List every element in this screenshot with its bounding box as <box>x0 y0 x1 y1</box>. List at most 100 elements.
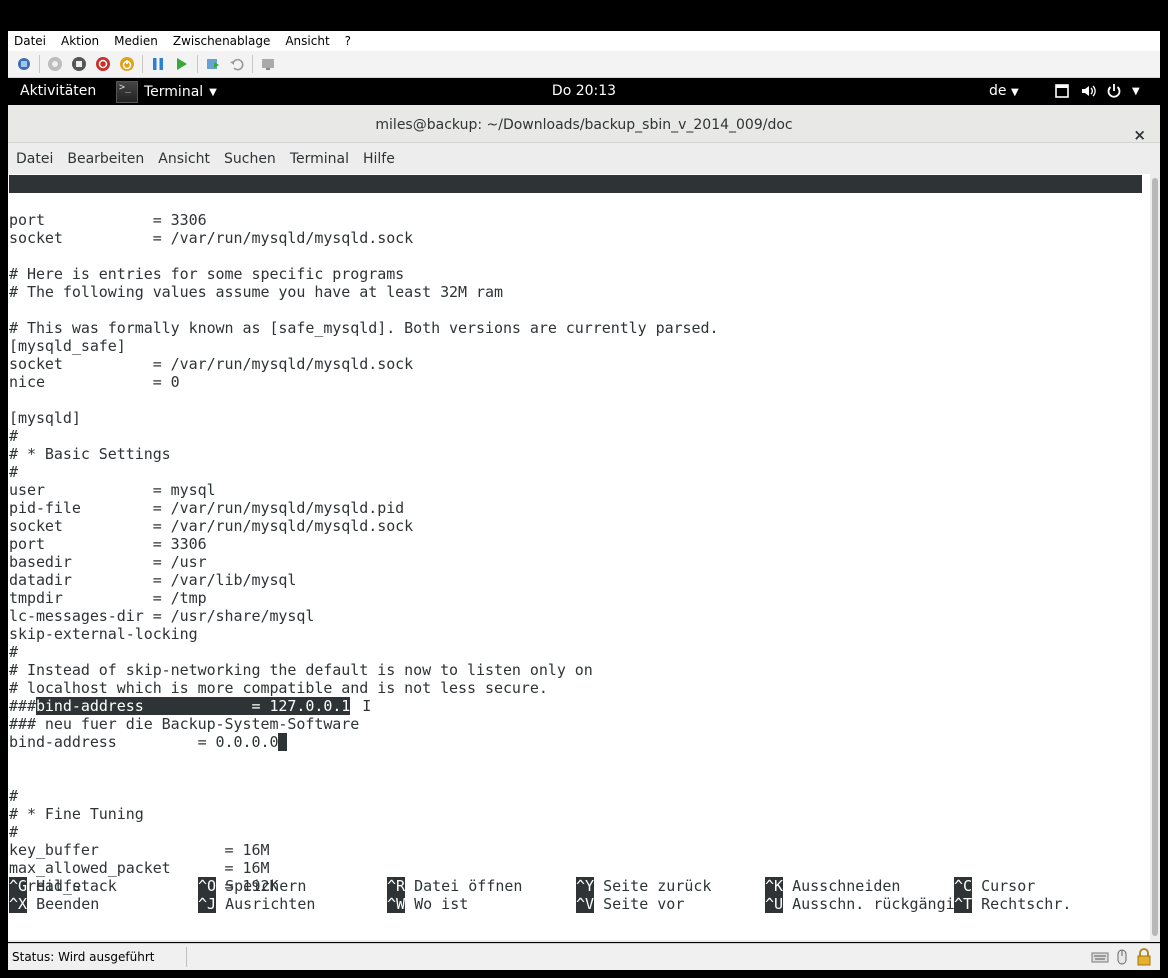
nano-line[interactable]: # This was formally known as [safe_mysql… <box>9 319 719 337</box>
checkpoint-icon[interactable] <box>204 55 222 73</box>
keyboard-layout-indicator[interactable]: de ▼ <box>989 83 1019 99</box>
scrollbar-thumb[interactable] <box>1152 178 1158 936</box>
nano-selected-line[interactable]: ###bind-address = 127.0.0.1 𝙸 <box>9 697 371 715</box>
nano-shortcut[interactable]: ^Y Seite zurück <box>576 877 711 895</box>
nano-line[interactable]: max_allowed_packet = 16M <box>9 859 270 877</box>
start-icon[interactable] <box>46 55 64 73</box>
nano-line[interactable]: socket = /var/run/mysqld/mysqld.sock <box>9 355 413 373</box>
nano-line[interactable]: user = mysql <box>9 481 216 499</box>
nano-line[interactable]: # <box>9 463 18 481</box>
system-tray[interactable]: ▼ <box>1054 83 1140 99</box>
nano-line[interactable]: # Instead of skip-networking the default… <box>9 661 593 679</box>
nano-shortcut[interactable]: ^K Ausschneiden <box>765 877 900 895</box>
nano-shortcut[interactable]: ^R Datei öffnen <box>387 877 522 895</box>
nano-line[interactable]: port = 3306 <box>9 535 207 553</box>
nano-line[interactable]: # * Basic Settings <box>9 445 171 463</box>
nano-shortcut[interactable]: ^T Rechtschr. <box>954 895 1071 913</box>
host-toolbar <box>8 51 1160 78</box>
nano-line[interactable]: ### neu fuer die Backup-System-Software <box>9 715 359 733</box>
nano-line[interactable]: # The following values assume you have a… <box>9 283 503 301</box>
nano-line[interactable]: lc-messages-dir = /usr/share/mysql <box>9 607 314 625</box>
shortcut-label: Beenden <box>27 895 100 913</box>
terminal-menu-help[interactable]: Hilfe <box>363 151 395 167</box>
nano-line[interactable]: [mysqld] <box>9 409 81 427</box>
nano-filename: Datei: /etc/mysql/my.cnf <box>387 211 604 229</box>
host-menu-help[interactable]: ? <box>345 34 351 48</box>
shortcut-key: ^O <box>198 877 217 895</box>
nano-shortcut[interactable]: ^U Ausschn. rückgängi <box>765 895 955 913</box>
nano-line[interactable]: # <box>9 427 18 445</box>
shortcut-key: ^U <box>765 895 784 913</box>
nano-shortcut[interactable]: ^C Cursor <box>954 877 1035 895</box>
keyboard-layout-label: de <box>989 83 1007 99</box>
nano-line[interactable]: socket = /var/run/mysqld/mysqld.sock <box>9 517 413 535</box>
shortcut-key: ^W <box>387 895 406 913</box>
revert-icon[interactable] <box>228 55 246 73</box>
clock[interactable]: Do 20:13 <box>8 83 1160 99</box>
ctrl-alt-del-icon[interactable] <box>15 55 33 73</box>
nano-line[interactable]: # <box>9 643 18 661</box>
nano-line[interactable]: # <box>9 787 18 805</box>
host-menu-media[interactable]: Medien <box>114 34 158 48</box>
shutdown-icon[interactable] <box>94 55 112 73</box>
shortcut-label: Cursor <box>972 877 1036 895</box>
nano-line[interactable]: key_buffer = 16M <box>9 841 270 859</box>
terminal-menu-terminal[interactable]: Terminal <box>290 151 349 167</box>
pause-icon[interactable] <box>149 55 167 73</box>
nano-line[interactable]: pid-file = /var/run/mysqld/mysqld.pid <box>9 499 404 517</box>
terminal-title-bar[interactable]: miles@backup: ~/Downloads/backup_sbin_v_… <box>8 105 1160 144</box>
terminal-menu-edit[interactable]: Bearbeiten <box>67 151 144 167</box>
nano-line[interactable]: # <box>9 823 18 841</box>
shortcut-key: ^C <box>954 877 973 895</box>
host-menu-file[interactable]: Datei <box>14 34 46 48</box>
host-menu-view[interactable]: Ansicht <box>285 34 329 48</box>
turn-off-icon[interactable] <box>70 55 88 73</box>
shortcut-label: Ausrichten <box>216 895 316 913</box>
host-menu-clipboard[interactable]: Zwischenablage <box>173 34 270 48</box>
lock-icon <box>1137 948 1151 966</box>
terminal-scrollbar[interactable] <box>1150 174 1160 940</box>
shortcut-key: ^T <box>954 895 973 913</box>
nano-line[interactable]: datadir = /var/lib/mysql <box>9 571 296 589</box>
enhanced-session-icon[interactable] <box>259 55 277 73</box>
nano-shortcut[interactable]: ^O Speichern <box>198 877 306 895</box>
shortcut-label: Wo ist <box>405 895 469 913</box>
nano-shortcut[interactable]: ^J Ausrichten <box>198 895 315 913</box>
nano-line[interactable]: tmpdir = /tmp <box>9 589 207 607</box>
power-icon <box>1107 84 1121 98</box>
shortcut-key: ^V <box>576 895 595 913</box>
shortcut-key: ^R <box>387 877 406 895</box>
shortcut-label: Ausschn. rückgängi <box>783 895 955 913</box>
nano-line[interactable]: # Here is entries for some specific prog… <box>9 265 404 283</box>
nano-line[interactable]: port = 3306 <box>9 211 207 229</box>
text-cursor-icon: 𝙸 <box>362 697 372 715</box>
nano-line[interactable]: bind-address = 0.0.0.0 <box>9 733 288 751</box>
terminal-menu-search[interactable]: Suchen <box>224 151 276 167</box>
comment-prefix: ### <box>9 697 36 715</box>
shortcut-key: ^J <box>198 895 217 913</box>
host-menu-action[interactable]: Aktion <box>61 34 99 48</box>
terminal-title: miles@backup: ~/Downloads/backup_sbin_v_… <box>375 117 793 133</box>
text-selection: bind-address = 127.0.0.1 <box>35 697 351 715</box>
nano-line[interactable]: [mysqld_safe] <box>9 337 126 355</box>
nano-line[interactable]: basedir = /usr <box>9 553 207 571</box>
nano-shortcut[interactable]: ^X Beenden <box>9 895 99 913</box>
terminal-menu-view[interactable]: Ansicht <box>158 151 210 167</box>
terminal-screen[interactable]: GNU nano 2.2.6 Datei: /etc/mysql/my.cnf … <box>8 174 1150 940</box>
nano-shortcut[interactable]: ^W Wo ist <box>387 895 468 913</box>
terminal-menu-bar: Datei Bearbeiten Ansicht Suchen Terminal… <box>8 144 1160 174</box>
nano-line[interactable]: nice = 0 <box>9 373 180 391</box>
shortcut-label: Seite zurück <box>594 877 712 895</box>
shortcut-key: ^G <box>9 877 28 895</box>
window-icon <box>1055 84 1069 98</box>
terminal-menu-file[interactable]: Datei <box>16 151 53 167</box>
nano-shortcut[interactable]: ^V Seite vor <box>576 895 684 913</box>
gnome-top-bar: Aktivitäten >_ Terminal ▼ Do 20:13 de ▼ … <box>8 79 1160 105</box>
nano-line[interactable]: skip-external-locking <box>9 625 198 643</box>
nano-shortcut[interactable]: ^G Hilfe <box>9 877 81 895</box>
nano-line[interactable]: # localhost which is more compatible and… <box>9 679 548 697</box>
nano-line[interactable]: # * Fine Tuning <box>9 805 144 823</box>
save-state-icon[interactable] <box>118 55 136 73</box>
resume-icon[interactable] <box>173 55 191 73</box>
nano-line[interactable]: socket = /var/run/mysqld/mysqld.sock <box>9 229 413 247</box>
